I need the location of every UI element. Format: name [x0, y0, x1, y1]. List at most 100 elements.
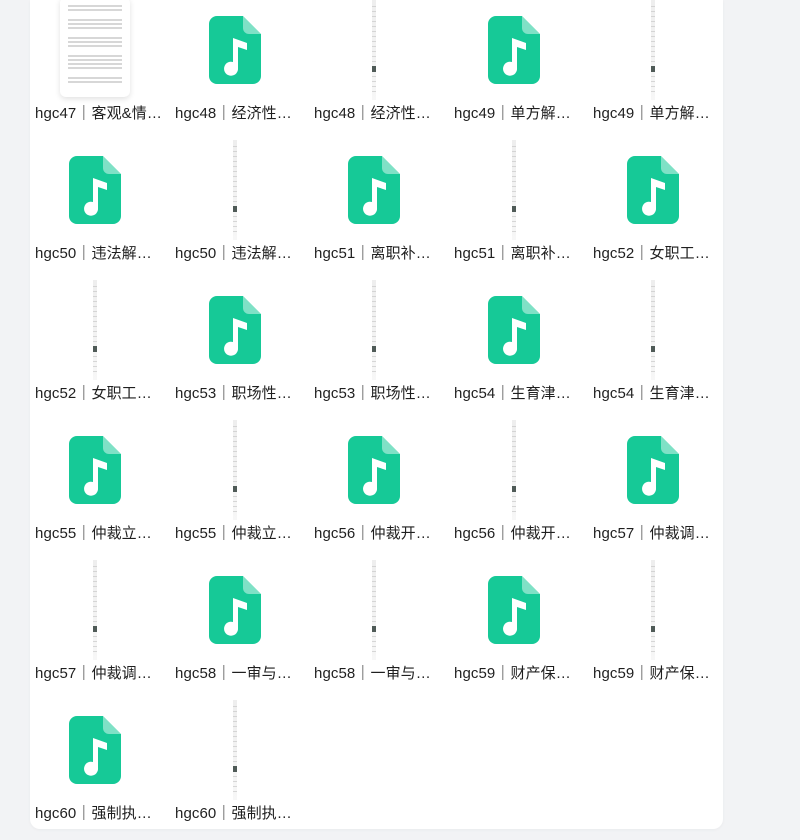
audio-file-icon [69, 716, 121, 784]
file-name: hgc56｜仲裁开… [454, 525, 571, 542]
file-thumbnail [30, 280, 160, 380]
long-image-preview [372, 0, 376, 100]
file-tile[interactable]: hgc48｜经济性… [170, 0, 300, 140]
file-tile[interactable]: hgc58｜一审与… [170, 560, 300, 700]
file-thumbnail [449, 420, 579, 520]
audio-file-icon [209, 16, 261, 84]
audio-file-icon [69, 156, 121, 224]
file-name: hgc52｜女职工… [35, 385, 152, 402]
audio-file-icon [627, 156, 679, 224]
file-tile[interactable]: hgc52｜女职工… [30, 280, 160, 420]
file-name: hgc48｜经济性… [314, 105, 431, 122]
long-image-preview [651, 0, 655, 100]
long-image-preview [233, 140, 237, 240]
long-image-preview [651, 560, 655, 660]
file-name: hgc58｜一审与… [314, 665, 431, 682]
file-thumbnail [170, 420, 300, 520]
file-name: hgc50｜违法解… [35, 245, 152, 262]
file-tile[interactable]: hgc57｜仲裁调… [588, 420, 718, 560]
file-tile[interactable]: hgc53｜职场性… [309, 280, 439, 420]
file-name: hgc51｜离职补… [314, 245, 431, 262]
audio-file-icon [627, 436, 679, 504]
file-thumbnail [309, 280, 439, 380]
file-name: hgc58｜一审与… [175, 665, 292, 682]
file-tile[interactable]: hgc54｜生育津… [588, 280, 718, 420]
file-thumbnail [449, 140, 579, 240]
file-tile[interactable]: hgc60｜强制执… [30, 700, 160, 840]
document-preview [60, 0, 130, 97]
file-thumbnail [170, 560, 300, 660]
long-image-preview [93, 280, 97, 380]
file-name: hgc53｜职场性… [314, 385, 431, 402]
file-name: hgc55｜仲裁立… [35, 525, 152, 542]
file-name: hgc57｜仲裁调… [35, 665, 152, 682]
file-tile[interactable]: hgc55｜仲裁立… [30, 420, 160, 560]
file-tile[interactable]: hgc50｜违法解… [170, 140, 300, 280]
file-thumbnail [170, 140, 300, 240]
file-tile[interactable]: hgc59｜财产保… [449, 560, 579, 700]
file-thumbnail [588, 420, 718, 520]
file-name: hgc52｜女职工… [593, 245, 710, 262]
file-tile[interactable]: hgc59｜财产保… [588, 560, 718, 700]
file-thumbnail [309, 0, 439, 100]
long-image-preview [512, 420, 516, 520]
file-name: hgc47｜客观&情… [35, 105, 162, 122]
file-tile[interactable]: hgc52｜女职工… [588, 140, 718, 280]
file-thumbnail [30, 560, 160, 660]
file-name: hgc53｜职场性… [175, 385, 292, 402]
long-image-preview [372, 280, 376, 380]
file-tile[interactable]: hgc48｜经济性… [309, 0, 439, 140]
long-image-preview [233, 420, 237, 520]
audio-file-icon [348, 156, 400, 224]
long-image-preview [512, 140, 516, 240]
file-tile[interactable]: hgc55｜仲裁立… [170, 420, 300, 560]
long-image-preview [651, 280, 655, 380]
file-name: hgc55｜仲裁立… [175, 525, 292, 542]
file-name: hgc56｜仲裁开… [314, 525, 431, 542]
file-name: hgc60｜强制执… [175, 805, 292, 822]
audio-file-icon [488, 16, 540, 84]
file-name: hgc48｜经济性… [175, 105, 292, 122]
file-tile[interactable]: hgc51｜离职补… [449, 140, 579, 280]
audio-file-icon [209, 576, 261, 644]
file-tile[interactable]: hgc51｜离职补… [309, 140, 439, 280]
file-name: hgc57｜仲裁调… [593, 525, 710, 542]
file-tile[interactable]: hgc49｜单方解… [449, 0, 579, 140]
file-thumbnail [449, 0, 579, 100]
long-image-preview [233, 700, 237, 800]
file-thumbnail [170, 280, 300, 380]
file-tile[interactable]: hgc49｜单方解… [588, 0, 718, 140]
file-thumbnail [170, 700, 300, 800]
file-name: hgc59｜财产保… [454, 665, 571, 682]
file-thumbnail [309, 420, 439, 520]
long-image-preview [372, 560, 376, 660]
audio-file-icon [348, 436, 400, 504]
file-tile[interactable]: hgc47｜客观&情… [30, 0, 162, 140]
file-tile[interactable]: hgc50｜违法解… [30, 140, 160, 280]
file-thumbnail [170, 0, 300, 100]
file-name: hgc59｜财产保… [593, 665, 710, 682]
file-thumbnail [449, 280, 579, 380]
file-tile[interactable]: hgc58｜一审与… [309, 560, 439, 700]
file-thumbnail [30, 700, 160, 800]
file-tile[interactable]: hgc53｜职场性… [170, 280, 300, 420]
file-name: hgc49｜单方解… [454, 105, 571, 122]
file-name: hgc60｜强制执… [35, 805, 152, 822]
file-tile[interactable]: hgc57｜仲裁调… [30, 560, 160, 700]
file-thumbnail [588, 0, 718, 100]
file-tile[interactable]: hgc60｜强制执… [170, 700, 300, 840]
file-tile[interactable]: hgc56｜仲裁开… [309, 420, 439, 560]
audio-file-icon [69, 436, 121, 504]
file-tile[interactable]: hgc56｜仲裁开… [449, 420, 579, 560]
audio-file-icon [488, 576, 540, 644]
file-name: hgc54｜生育津… [593, 385, 710, 402]
file-tile[interactable]: hgc54｜生育津… [449, 280, 579, 420]
file-name: hgc51｜离职补… [454, 245, 571, 262]
long-image-preview [93, 560, 97, 660]
file-thumbnail [30, 420, 160, 520]
file-thumbnail [588, 560, 718, 660]
file-thumbnail [30, 140, 160, 240]
file-thumbnail [309, 560, 439, 660]
audio-file-icon [488, 296, 540, 364]
file-name: hgc54｜生育津… [454, 385, 571, 402]
